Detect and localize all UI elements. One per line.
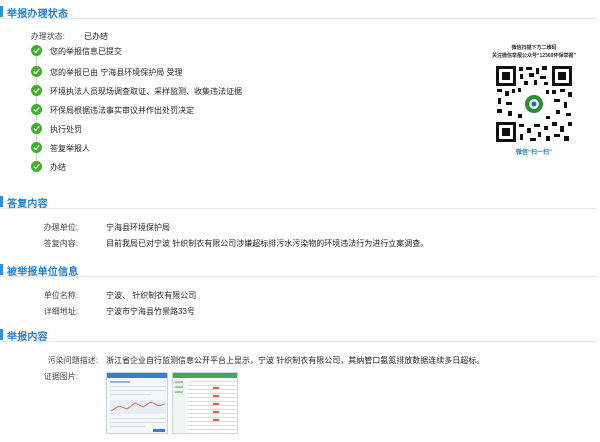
check-icon <box>31 66 42 77</box>
status-value: 已办结 <box>84 32 108 41</box>
report-section-header: 举报内容 <box>0 326 596 343</box>
report-desc-value: 浙江省企业自行监测信息公开平台上显示，宁波 针织制衣有限公司，其纳管口氨氮排放数… <box>106 356 485 365</box>
qr-caption-line2: 关注微信举报公众号“12369环保举报” <box>492 53 576 59</box>
check-icon <box>31 85 42 96</box>
reported-section-header: 被举报单位信息 <box>0 261 596 278</box>
section-accent-bar <box>0 264 3 275</box>
qr-footer: 微信“扫一扫” <box>515 150 552 156</box>
check-icon <box>31 161 42 172</box>
reply-content-label: 答复内容: <box>43 239 78 248</box>
section-accent-bar <box>0 329 3 340</box>
reply-section-title: 答复内容 <box>7 199 48 210</box>
report-section-title: 举报内容 <box>7 332 48 343</box>
check-icon <box>31 123 42 134</box>
reported-section-title: 被举报单位信息 <box>7 267 79 278</box>
status-step-label: 环境执法人员现场调查取证、采样监测、收集违法证据 <box>50 87 242 96</box>
evidence-image-2[interactable] <box>172 372 238 434</box>
status-label: 办理状态: <box>30 32 65 41</box>
status-step-label: 答复举报人 <box>50 144 90 153</box>
status-step-label: 您的举报已由 宁海县环境保护局 受理 <box>50 68 183 77</box>
check-icon <box>31 142 42 153</box>
status-step-label: 执行处罚 <box>50 125 82 134</box>
status-section-title: 举报办理状态 <box>7 9 69 20</box>
qr-panel: 微信扫描下方二维码 关注微信举报公众号“12369环保举报” 微信“扫一扫” <box>478 44 590 156</box>
check-icon <box>31 104 42 115</box>
reported-address-label: 详细地址: <box>43 307 78 316</box>
status-step-label: 办结 <box>50 163 66 172</box>
section-accent-bar <box>0 196 3 207</box>
reported-name-value: 宁波、 针织制衣有限公司 <box>106 291 197 300</box>
reply-section-header: 答复内容 <box>0 193 596 210</box>
report-desc-label: 污染问题描述: <box>47 356 98 365</box>
reply-unit-value: 宁海县环境保护局 <box>106 223 170 232</box>
qr-code-image <box>494 64 574 144</box>
evidence-image-1[interactable] <box>106 372 168 434</box>
reply-unit-label: 办理单位: <box>43 223 78 232</box>
reply-content-value: 目前我局已对宁波 针织制衣有限公司涉嫌超标排污水污染物的环境违法行为进行立案调查… <box>106 239 429 248</box>
status-step-label: 环保局根据违法事实审议并作出处罚决定 <box>50 106 194 115</box>
reported-name-label: 单位名称: <box>43 291 78 300</box>
report-evidence-label: 证据图片: <box>43 372 78 381</box>
check-icon <box>31 45 42 56</box>
section-accent-bar <box>0 6 3 17</box>
qr-caption-line1: 微信扫描下方二维码 <box>511 45 557 51</box>
status-step-label: 您的举报信息已提交 <box>50 47 122 56</box>
status-section-header: 举报办理状态 <box>0 3 596 20</box>
reported-address-value: 宁波市宁海县竹景路33号 <box>106 307 195 316</box>
